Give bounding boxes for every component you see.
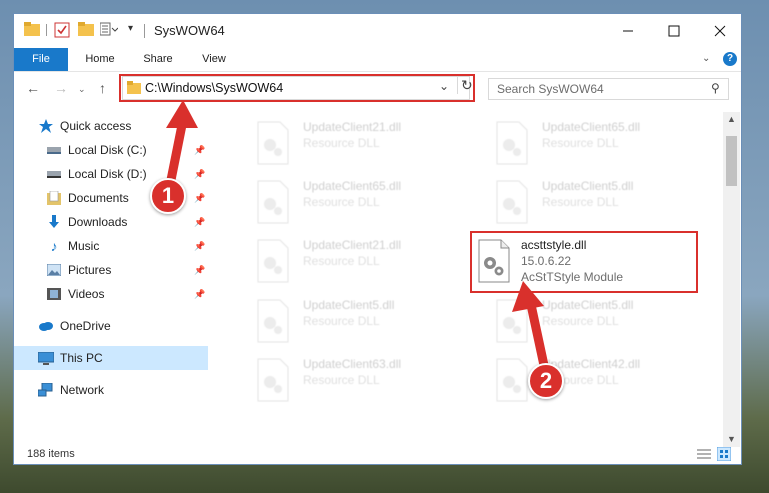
step-badge-1: 1 — [150, 178, 186, 214]
annotation-arrows — [165, 100, 550, 375]
step-badge-2: 2 — [528, 363, 564, 399]
